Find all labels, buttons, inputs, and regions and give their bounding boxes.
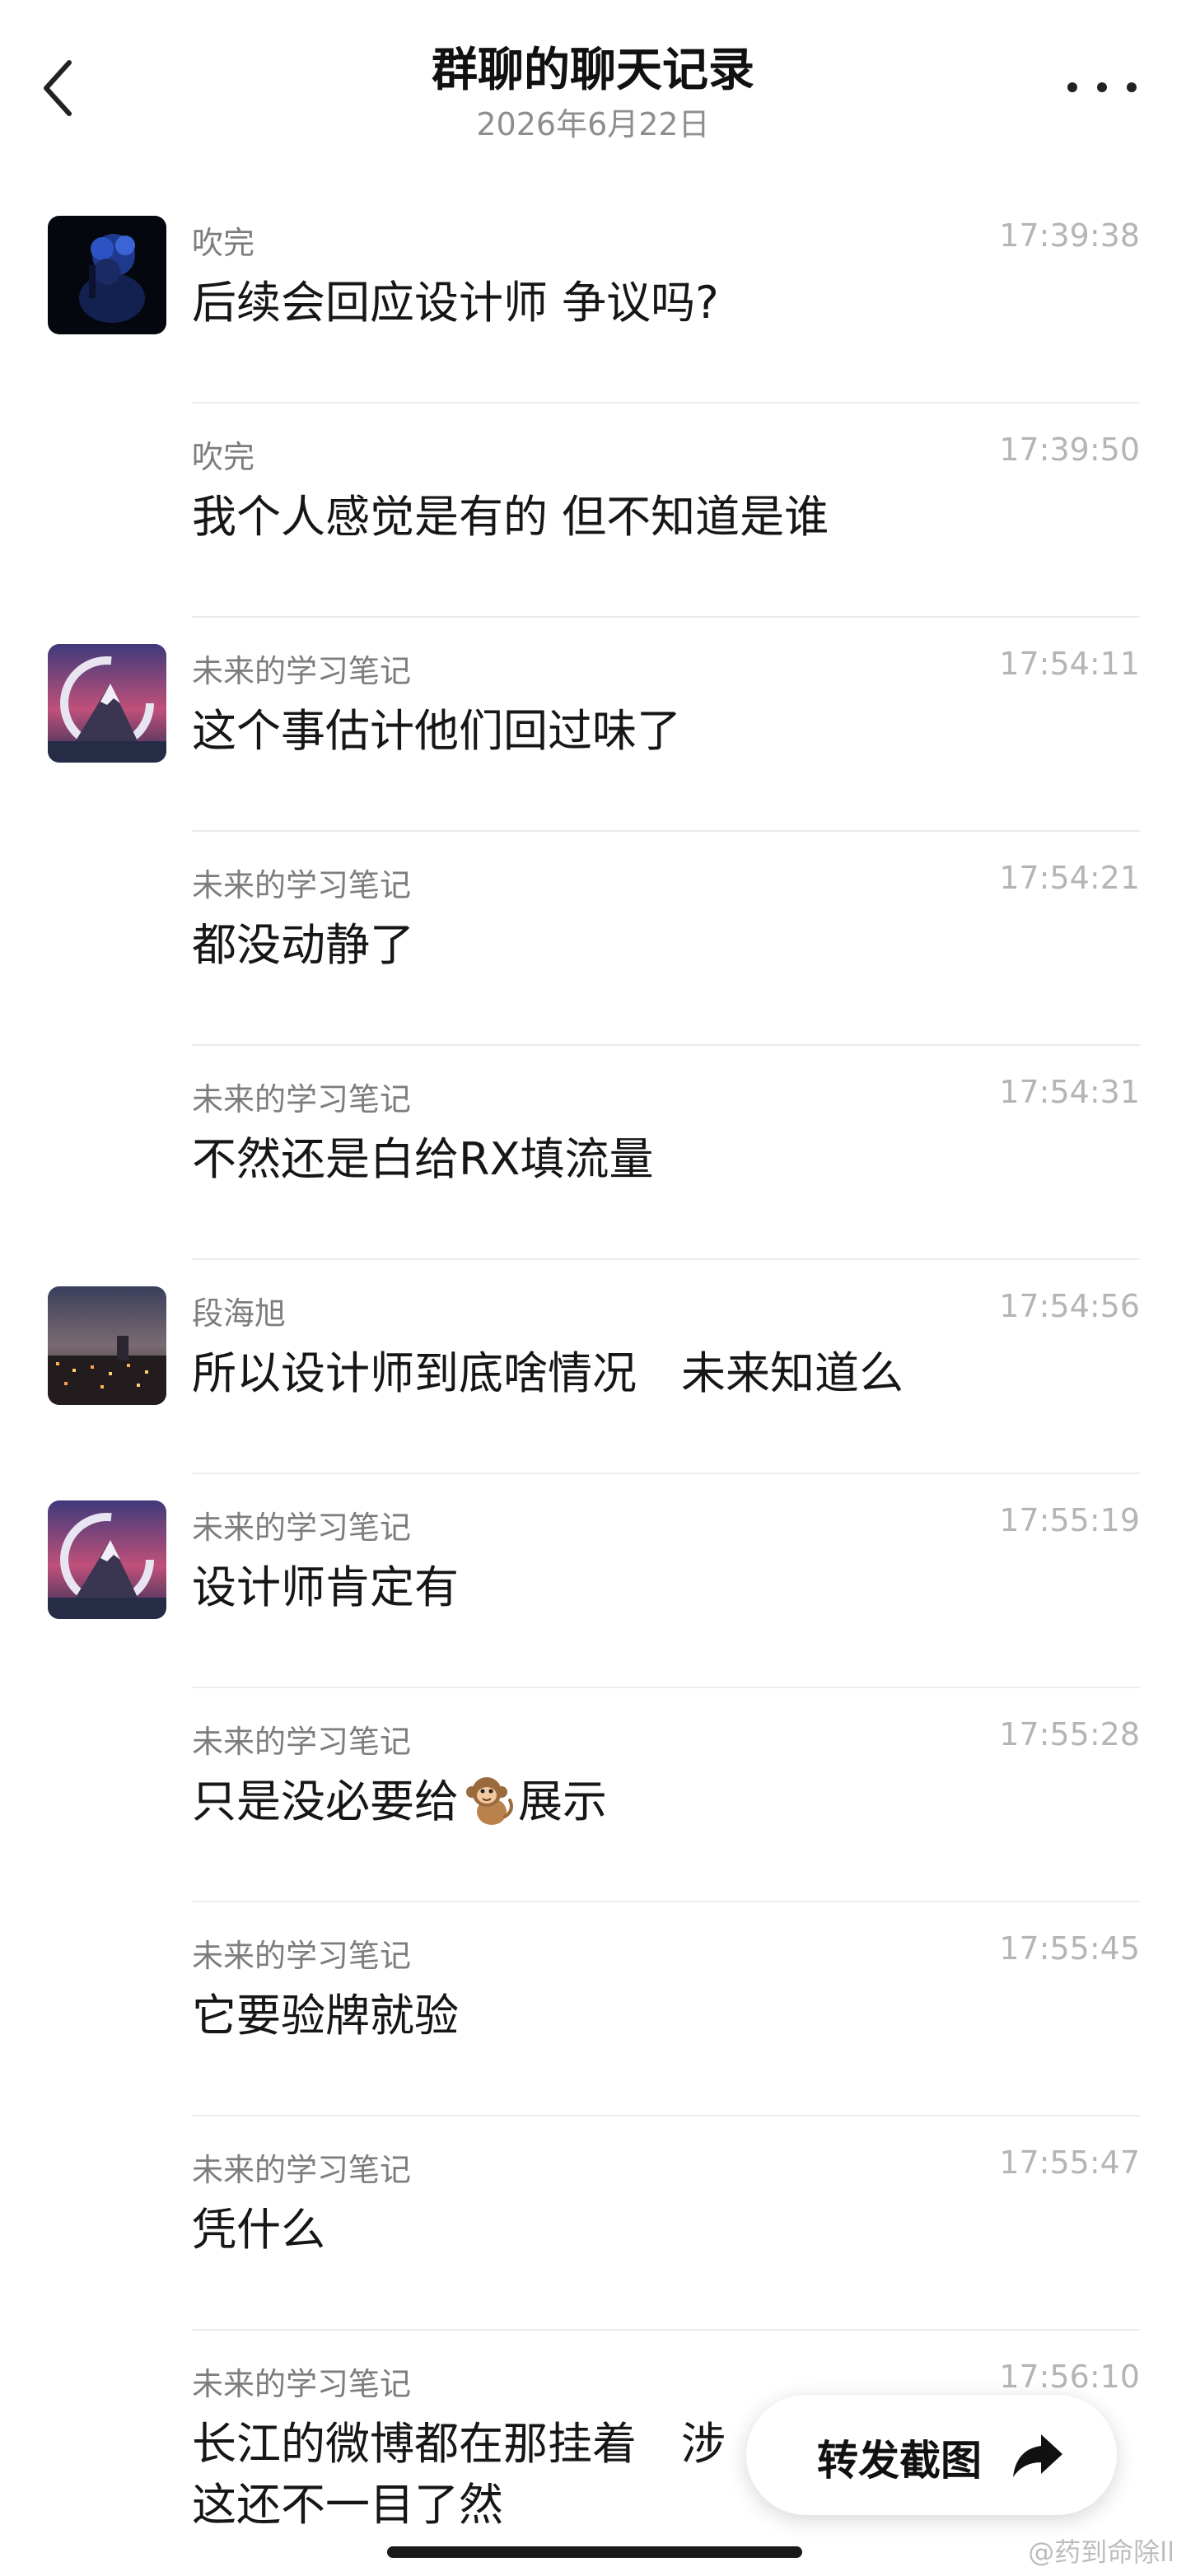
message-text-line2: 这还不一目了然: [192, 2479, 503, 2531]
message-time: 17:56:10: [999, 2359, 1140, 2395]
avatar[interactable]: [48, 644, 166, 763]
sender-name: 未来的学习笔记: [192, 1081, 412, 1118]
chat-message: 未来的学习笔记 17:54:21 都没动静了: [0, 832, 1186, 1046]
header: 群聊的聊天记录 2026年6月22日: [0, 0, 1186, 173]
chat-message: 未来的学习笔记 17:55:47 凭什么: [0, 2116, 1186, 2331]
chat-message: 未来的学习笔记 17:55:28 只是没必要给 展示: [0, 1688, 1186, 1902]
forward-screenshot-button[interactable]: 转发截图: [746, 2395, 1117, 2515]
chat-message: 段海旭 17:54:56 所以设计师到底啥情况 未来知道么: [0, 1260, 1186, 1474]
message-time: 17:55:19: [999, 1502, 1140, 1538]
sender-name: 吹完: [192, 225, 255, 261]
more-dots-icon[interactable]: [1067, 77, 1137, 97]
page-date: 2026年6月22日: [476, 106, 710, 142]
sender-name: 吹完: [192, 439, 255, 475]
avatar[interactable]: [48, 1286, 166, 1405]
message-text: 都没动静了: [192, 919, 414, 971]
avatar[interactable]: [48, 1500, 166, 1619]
mountain-avatar-icon: [48, 644, 166, 763]
share-arrow-icon: [1013, 2434, 1062, 2477]
message-text: 它要验牌就验: [192, 1990, 459, 2042]
night-portrait-avatar-icon: [48, 216, 166, 334]
sender-name: 未来的学习笔记: [192, 2152, 412, 2188]
chat-message: 未来的学习笔记 17:55:45 它要验牌就验: [0, 1902, 1186, 2116]
chat-message: 未来的学习笔记 17:55:19 设计师肯定有: [0, 1474, 1186, 1688]
message-time: 17:39:38: [999, 217, 1140, 254]
message-time: 17:54:11: [999, 646, 1140, 682]
message-text: 凭什么: [192, 2204, 325, 2256]
sender-name: 未来的学习笔记: [192, 1510, 412, 1546]
message-text: 长江的微博都在那挂着 涉: [192, 2418, 726, 2470]
sender-name: 未来的学习笔记: [192, 2366, 412, 2402]
sender-name: 未来的学习笔记: [192, 1724, 412, 1760]
sender-name: 未来的学习笔记: [192, 653, 412, 689]
message-time: 17:54:56: [999, 1288, 1140, 1324]
forward-button-label: 转发截图: [817, 2437, 982, 2485]
watermark: @药到命除ll: [1028, 2536, 1174, 2568]
message-text: 不然还是白给RX填流量: [192, 1133, 654, 1185]
message-text: 设计师肯定有: [192, 1561, 459, 1613]
monkey-emoji-icon: [466, 1777, 513, 1825]
message-time: 17:54:21: [999, 860, 1140, 896]
chat-message: 未来的学习笔记 17:54:31 不然还是白给RX填流量: [0, 1046, 1186, 1260]
message-time: 17:55:28: [999, 1716, 1140, 1752]
message-text: 这个事估计他们回过味了: [192, 705, 681, 757]
sender-name: 未来的学习笔记: [192, 867, 412, 903]
mountain-avatar-icon: [48, 1500, 166, 1619]
message-time: 17:55:47: [999, 2144, 1140, 2181]
city-night-avatar-icon: [48, 1286, 166, 1405]
message-text: 我个人感觉是有的 但不知道是谁: [192, 491, 829, 543]
message-text: 所以设计师到底啥情况 未来知道么: [192, 1347, 904, 1399]
chat-history-page: 群聊的聊天记录 2026年6月22日 吹完 17:39:38 后续会回应设计师 …: [0, 0, 1186, 2576]
message-time: 17:54:31: [999, 1074, 1140, 1110]
home-indicator: [387, 2546, 802, 2558]
sender-name: 段海旭: [192, 1295, 287, 1332]
message-text: 后续会回应设计师 争议吗?: [192, 277, 719, 329]
avatar[interactable]: [48, 216, 166, 334]
chat-message: 吹完 17:39:50 我个人感觉是有的 但不知道是谁: [0, 404, 1186, 618]
message-text-part: 展示: [518, 1776, 607, 1827]
message-text: 只是没必要给 展示: [192, 1767, 607, 1836]
sender-name: 未来的学习笔记: [192, 1938, 412, 1974]
chat-message: 吹完 17:39:38 后续会回应设计师 争议吗?: [0, 189, 1186, 404]
message-text-part: 只是没必要给: [192, 1776, 459, 1827]
message-time: 17:39:50: [999, 432, 1140, 468]
page-title: 群聊的聊天记录: [432, 44, 754, 97]
chat-message: 未来的学习笔记 17:54:11 这个事估计他们回过味了: [0, 618, 1186, 832]
message-time: 17:55:45: [999, 1930, 1140, 1967]
